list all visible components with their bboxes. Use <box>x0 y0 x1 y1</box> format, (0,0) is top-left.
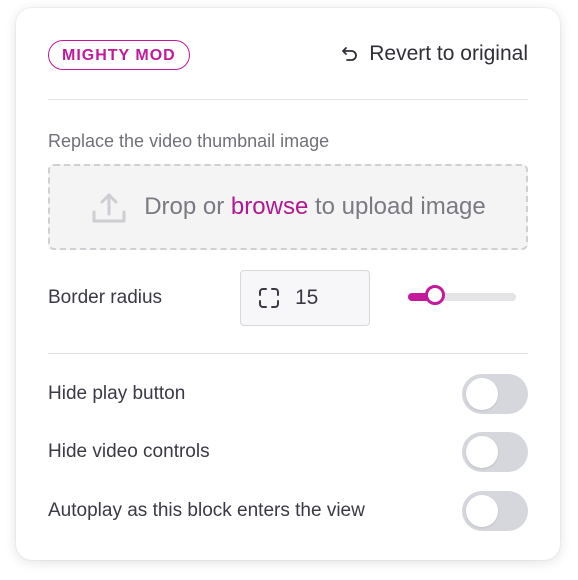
toggle-row-hide-play-button: Hide play button <box>48 374 528 414</box>
mighty-mod-badge: MIGHTY MOD <box>48 40 190 70</box>
toggle-label: Hide video controls <box>48 441 210 462</box>
toggle-knob <box>466 436 498 468</box>
undo-arrow-icon <box>342 47 358 61</box>
divider <box>48 99 528 100</box>
drop-prefix: Drop or <box>144 193 231 220</box>
revert-to-original-button[interactable]: Revert to original <box>341 42 528 66</box>
panel-header: MIGHTY MOD Revert to original <box>48 40 528 74</box>
toggle-label: Autoplay as this block enters the view <box>48 500 365 521</box>
toggle-knob <box>466 378 498 410</box>
border-radius-value: 15 <box>295 286 319 309</box>
thumbnail-label: Replace the video thumbnail image <box>48 131 330 151</box>
border-radius-row: Border radius 15 <box>48 270 528 326</box>
toggle-knob <box>466 495 498 527</box>
dropzone-text: Drop or browse to upload image <box>144 193 486 221</box>
browse-link[interactable]: browse <box>231 193 308 220</box>
drop-suffix: to upload image <box>308 193 486 220</box>
border-radius-label: Border radius <box>48 287 163 308</box>
toggle-row-autoplay: Autoplay as this block enters the view <box>48 491 528 531</box>
toggle-row-hide-video-controls: Hide video controls <box>48 432 528 472</box>
border-radius-input[interactable]: 15 <box>240 270 370 326</box>
corner-radius-icon <box>259 288 279 308</box>
slider-thumb[interactable] <box>425 285 445 305</box>
hide-play-button-toggle[interactable] <box>462 374 528 414</box>
upload-icon <box>92 193 126 223</box>
hide-video-controls-toggle[interactable] <box>462 432 528 472</box>
divider <box>48 353 528 354</box>
toggle-label: Hide play button <box>48 383 186 404</box>
autoplay-toggle[interactable] <box>462 491 528 531</box>
thumbnail-dropzone[interactable]: Drop or browse to upload image <box>48 164 528 250</box>
settings-panel: MIGHTY MOD Revert to original Replace th… <box>16 8 560 560</box>
border-radius-slider[interactable] <box>408 285 516 307</box>
revert-label: Revert to original <box>369 42 528 65</box>
